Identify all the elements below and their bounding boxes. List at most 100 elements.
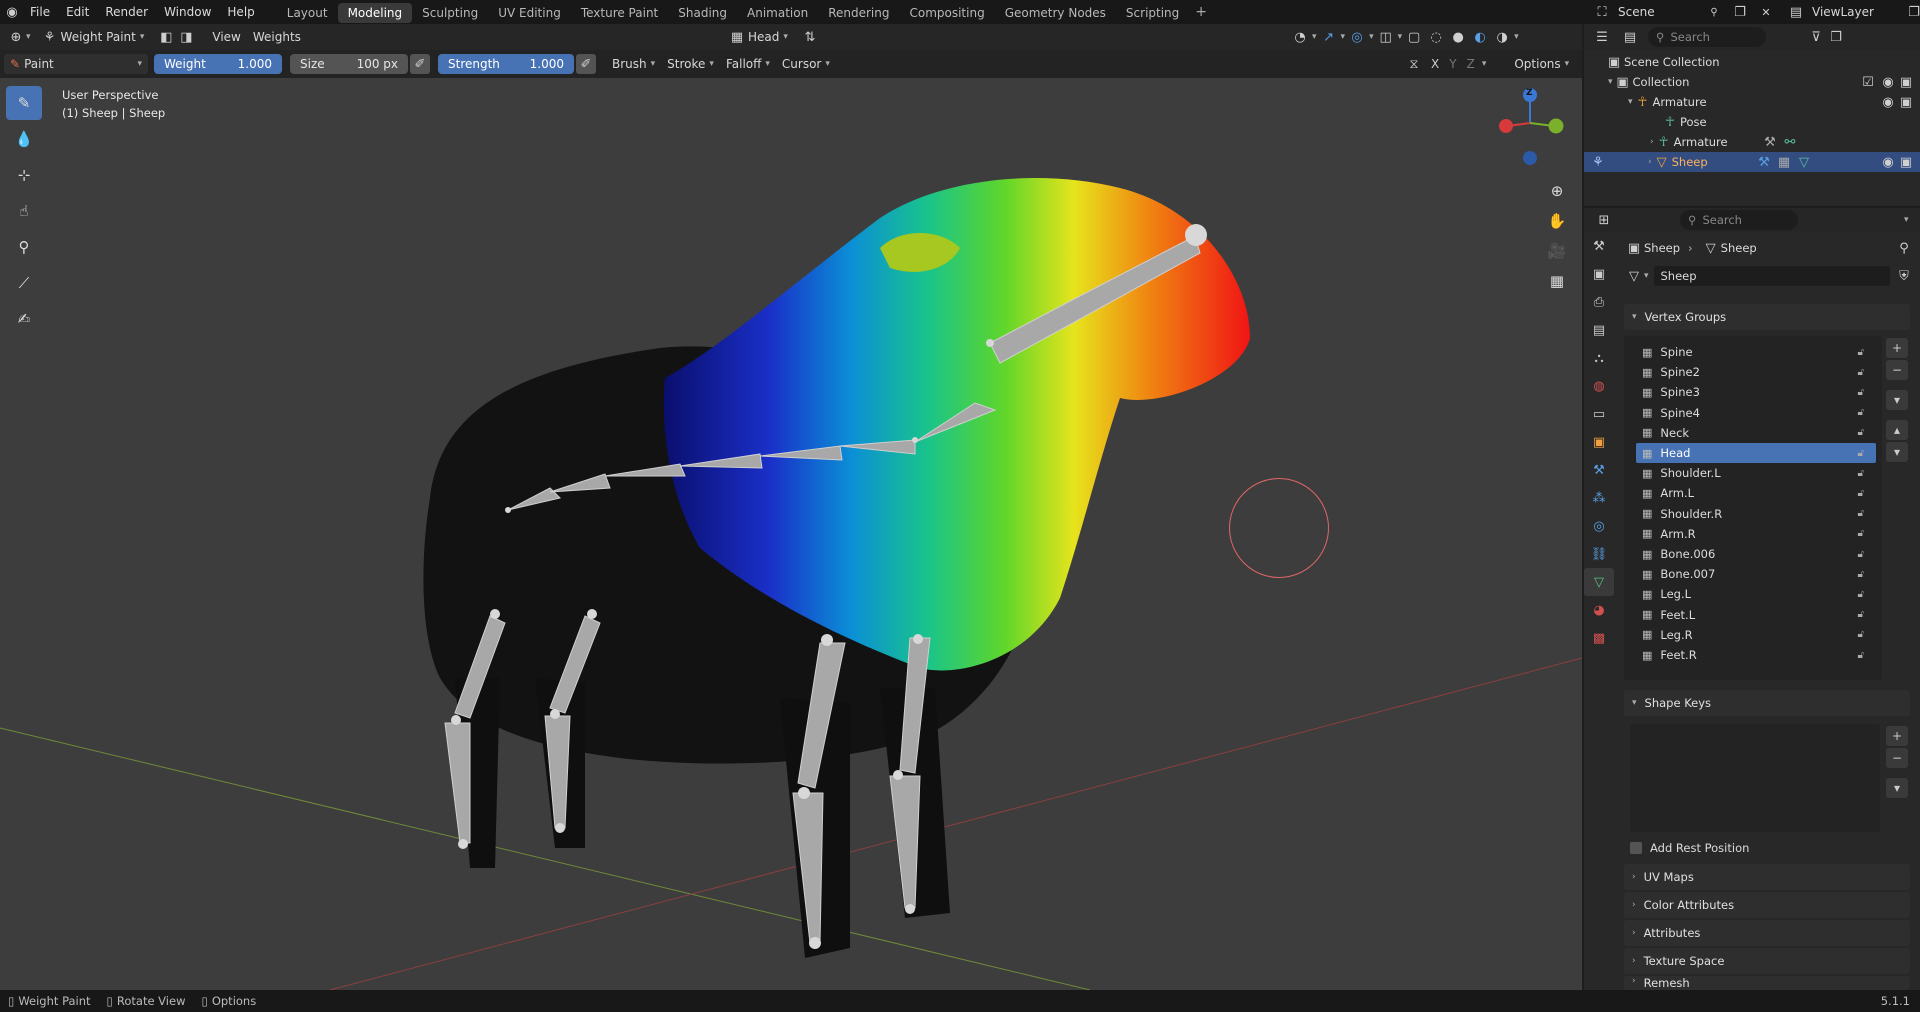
fake-user-shield-icon[interactable]: ⛨	[1894, 266, 1914, 286]
tab-sculpting[interactable]: Sculpting	[412, 3, 488, 23]
outliner-item-collection[interactable]: ▾ ▣ Collection ☑ ◉ ▣	[1584, 72, 1920, 92]
lock-icon[interactable]: 🔓︎	[1858, 569, 1864, 580]
weight-field[interactable]: Weight 1.000	[154, 54, 282, 74]
tab-animation[interactable]: Animation	[737, 3, 818, 23]
strength-field[interactable]: Strength 1.000	[438, 54, 574, 74]
mode-dropdown[interactable]: ⚘ Weight Paint ▾	[37, 27, 151, 47]
blender-logo-icon[interactable]: ◉	[2, 2, 22, 22]
viewlayer-icon[interactable]: ▤	[1786, 2, 1806, 22]
vertex-group-item[interactable]: ▦ Shoulder.R 🔓︎	[1636, 504, 1876, 524]
constraints-tab-icon[interactable]: ⛓	[1584, 540, 1614, 568]
symmetry-icon[interactable]: ⇅	[800, 27, 820, 47]
output-tab-icon[interactable]: ⎙	[1584, 288, 1614, 316]
lock-icon[interactable]: 🔓︎	[1858, 549, 1864, 560]
camera-render-icon[interactable]: ▣	[1896, 92, 1916, 112]
chevron-down-icon[interactable]: ▾	[1904, 215, 1909, 225]
lock-icon[interactable]: 🔓︎	[1858, 407, 1864, 418]
vertex-groups-panel-header[interactable]: ▾ Vertex Groups	[1624, 304, 1910, 330]
annotate-tool[interactable]: ✍	[6, 302, 42, 336]
brush-menu[interactable]: Brush ▾	[606, 54, 661, 74]
add-rest-position-row[interactable]: Add Rest Position	[1630, 838, 1910, 858]
pin-icon[interactable]: ⚲	[1894, 238, 1914, 258]
vertex-group-item[interactable]: ▦ Shoulder.L 🔓︎	[1636, 463, 1876, 483]
delete-scene-icon[interactable]: ✕	[1756, 2, 1776, 22]
object-tab-icon[interactable]: ▣	[1584, 428, 1614, 456]
render-tab-icon[interactable]: ▣	[1584, 260, 1614, 288]
lock-icon[interactable]: 🔓︎	[1858, 387, 1864, 398]
vertex-group-item[interactable]: ▦ Neck 🔓︎	[1636, 423, 1876, 443]
add-shape-key-button[interactable]: +	[1886, 726, 1908, 746]
lock-icon[interactable]: 🔓︎	[1858, 448, 1864, 459]
outliner-item-armature-data[interactable]: › ☥ Armature ⚒ ⚯	[1584, 132, 1920, 152]
lock-icon[interactable]: 🔓︎	[1858, 508, 1864, 519]
editor-type-icon[interactable]: ⊕	[6, 27, 26, 47]
display-mode-icon[interactable]: ▤	[1620, 27, 1640, 47]
toggle-xray-icon[interactable]: ▢	[1404, 27, 1424, 47]
lock-icon[interactable]: 🔓︎	[1858, 367, 1864, 378]
move-down-button[interactable]: ▾	[1886, 442, 1908, 462]
vertex-group-item[interactable]: ▦ Feet.L 🔓︎	[1636, 605, 1876, 625]
properties-search-input[interactable]: ⚲ Search	[1680, 210, 1798, 230]
outliner-editor-icon[interactable]: ☰	[1592, 27, 1612, 47]
world-tab-icon[interactable]: ◍	[1584, 372, 1614, 400]
menu-file[interactable]: File	[22, 0, 58, 24]
outliner-item-pose[interactable]: ☥ Pose	[1584, 112, 1920, 132]
mirror-z[interactable]: Z	[1464, 57, 1478, 71]
3d-viewport[interactable]: Z	[0, 78, 1582, 990]
smear-tool[interactable]: ☝	[6, 194, 42, 228]
add-vertex-group-button[interactable]: +	[1886, 338, 1908, 358]
modifier-tab-icon[interactable]: ⚒	[1584, 456, 1614, 484]
menu-weights[interactable]: Weights	[247, 27, 307, 47]
add-rest-position-checkbox[interactable]	[1630, 842, 1642, 854]
size-field[interactable]: Size 100 px	[290, 54, 408, 74]
draw-tool[interactable]: ✎	[6, 86, 42, 120]
overlay-icon[interactable]: ◎	[1347, 27, 1367, 47]
shading-solid-icon[interactable]: ●	[1448, 27, 1468, 47]
menu-window[interactable]: Window	[156, 0, 219, 24]
properties-editor-icon[interactable]: ⊞	[1594, 210, 1614, 230]
move-up-button[interactable]: ▴	[1886, 420, 1908, 440]
lock-icon[interactable]: 🔓︎	[1858, 347, 1864, 358]
remesh-panel-header[interactable]: › Remesh	[1624, 976, 1910, 990]
size-pressure-icon[interactable]: ✐	[410, 54, 430, 74]
lock-icon[interactable]: 🔓︎	[1858, 427, 1864, 438]
data-tab-icon[interactable]: ▽	[1584, 568, 1614, 596]
tab-modeling[interactable]: Modeling	[337, 3, 413, 23]
scene-icon[interactable]: ⛶	[1592, 2, 1612, 22]
eye-icon[interactable]: ◉	[1878, 72, 1898, 92]
outliner-item-scene-collection[interactable]: ▣ Scene Collection	[1584, 52, 1920, 72]
options-menu[interactable]: Options ▾	[1508, 54, 1575, 74]
new-scene-icon[interactable]: ❐	[1730, 2, 1750, 22]
shading-rendered-icon[interactable]: ◑	[1492, 27, 1512, 47]
vertex-group-item[interactable]: ▦ Feet.R 🔓︎	[1636, 645, 1876, 665]
tab-compositing[interactable]: Compositing	[899, 3, 994, 23]
mirror-y[interactable]: Y	[1446, 57, 1459, 71]
tab-layout[interactable]: Layout	[277, 3, 338, 23]
gradient-tool[interactable]: ⟋	[6, 266, 42, 300]
vertex-group-item[interactable]: ▦ Bone.007 🔓︎	[1636, 564, 1876, 584]
lock-icon[interactable]: 🔓︎	[1858, 629, 1864, 640]
blur-tool[interactable]: 💧	[6, 122, 42, 156]
menu-view[interactable]: View	[206, 27, 246, 47]
weight-paint-mode-icon[interactable]: ⚘	[1588, 152, 1608, 172]
vertex-group-item[interactable]: ▦ Leg.L 🔓︎	[1636, 584, 1876, 604]
view-layer-tab-icon[interactable]: ▤	[1584, 316, 1614, 344]
mesh-data-icon[interactable]: ▽	[1624, 266, 1644, 286]
shape-key-specials-button[interactable]: ▾	[1886, 778, 1908, 798]
vertex-group-item[interactable]: ▦ Spine3 🔓︎	[1636, 382, 1876, 402]
shading-material-icon[interactable]: ◐	[1470, 27, 1490, 47]
collection-tab-icon[interactable]: ▭	[1584, 400, 1614, 428]
sample-weight-tool[interactable]: ⚲	[6, 230, 42, 264]
tab-texture-paint[interactable]: Texture Paint	[571, 3, 668, 23]
gizmo-icon[interactable]: ↗	[1319, 27, 1339, 47]
mesh-name-field[interactable]: Sheep	[1654, 266, 1891, 286]
remove-vertex-group-button[interactable]: −	[1886, 360, 1908, 380]
tab-scripting[interactable]: Scripting	[1116, 3, 1189, 23]
bone-dropdown[interactable]: ▦ Head ▾	[724, 27, 794, 47]
visibility-icon[interactable]: ◔	[1290, 27, 1310, 47]
vertex-group-item[interactable]: ▦ Spine 🔓︎	[1636, 342, 1876, 362]
vertex-group-item[interactable]: ▦ Leg.R 🔓︎	[1636, 625, 1876, 645]
add-workspace-icon[interactable]: +	[1189, 4, 1213, 20]
scene-tab-icon[interactable]: ⛬	[1584, 344, 1614, 372]
lock-icon[interactable]: 🔓︎	[1858, 650, 1864, 661]
